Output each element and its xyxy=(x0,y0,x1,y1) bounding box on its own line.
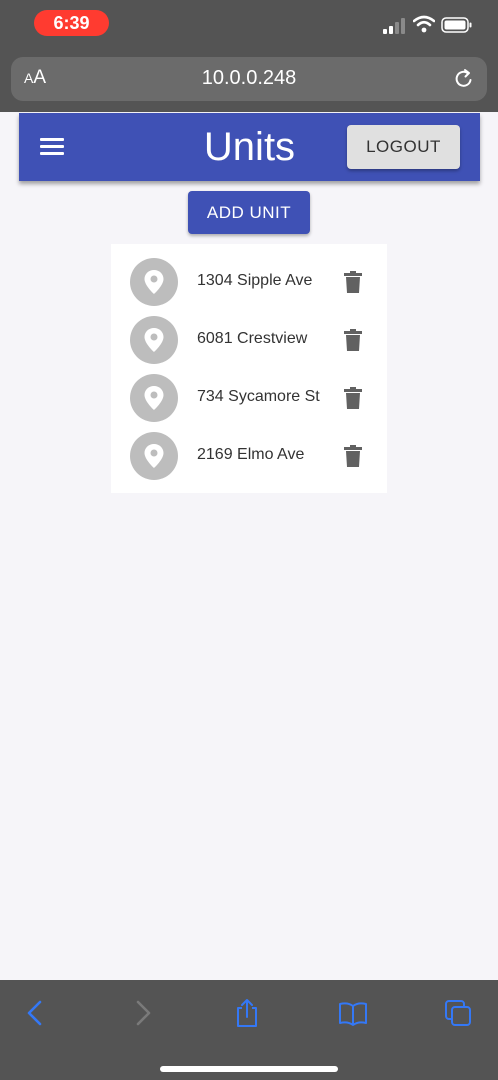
cellular-signal-icon xyxy=(383,18,405,34)
list-item[interactable]: 6081 Crestview xyxy=(111,312,387,370)
avatar xyxy=(130,316,178,364)
browser-top-bar: AA 10.0.0.248 xyxy=(0,50,498,112)
location-pin-icon xyxy=(144,270,164,294)
unit-address: 2169 Elmo Ave xyxy=(197,446,305,463)
unit-list: 1304 Sipple Ave 6081 Crestview 734 Sycam… xyxy=(111,244,387,493)
battery-icon xyxy=(441,17,472,33)
avatar xyxy=(130,432,178,480)
trash-icon[interactable] xyxy=(344,329,362,351)
list-item[interactable]: 734 Sycamore St xyxy=(111,370,387,428)
trash-icon[interactable] xyxy=(344,387,362,409)
tabs-icon[interactable] xyxy=(443,998,473,1028)
address-bar[interactable]: AA 10.0.0.248 xyxy=(11,57,487,101)
reload-icon[interactable] xyxy=(453,68,475,90)
share-icon[interactable] xyxy=(232,998,262,1028)
url-text[interactable]: 10.0.0.248 xyxy=(11,67,487,90)
avatar xyxy=(130,258,178,306)
location-pin-icon xyxy=(144,386,164,410)
list-item[interactable]: 2169 Elmo Ave xyxy=(111,428,387,486)
logout-button[interactable]: LOGOUT xyxy=(347,125,460,169)
wifi-icon xyxy=(413,15,435,33)
trash-icon[interactable] xyxy=(344,271,362,293)
add-unit-button[interactable]: ADD UNIT xyxy=(188,191,310,234)
location-pin-icon xyxy=(144,328,164,352)
bookmarks-icon[interactable] xyxy=(338,998,368,1028)
status-bar: 6:39 xyxy=(0,0,498,50)
list-item[interactable]: 1304 Sipple Ave xyxy=(111,254,387,312)
home-indicator xyxy=(160,1066,338,1072)
unit-address: 1304 Sipple Ave xyxy=(197,272,313,289)
back-icon[interactable] xyxy=(20,998,50,1028)
browser-toolbar xyxy=(0,980,498,1080)
forward-icon xyxy=(136,1000,151,1026)
unit-address: 734 Sycamore St xyxy=(197,388,320,405)
location-pin-icon xyxy=(144,444,164,468)
status-time: 6:39 xyxy=(34,10,109,36)
unit-address: 6081 Crestview xyxy=(197,330,308,347)
app-header: Units LOGOUT xyxy=(19,113,480,181)
avatar xyxy=(130,374,178,422)
trash-icon[interactable] xyxy=(344,445,362,467)
